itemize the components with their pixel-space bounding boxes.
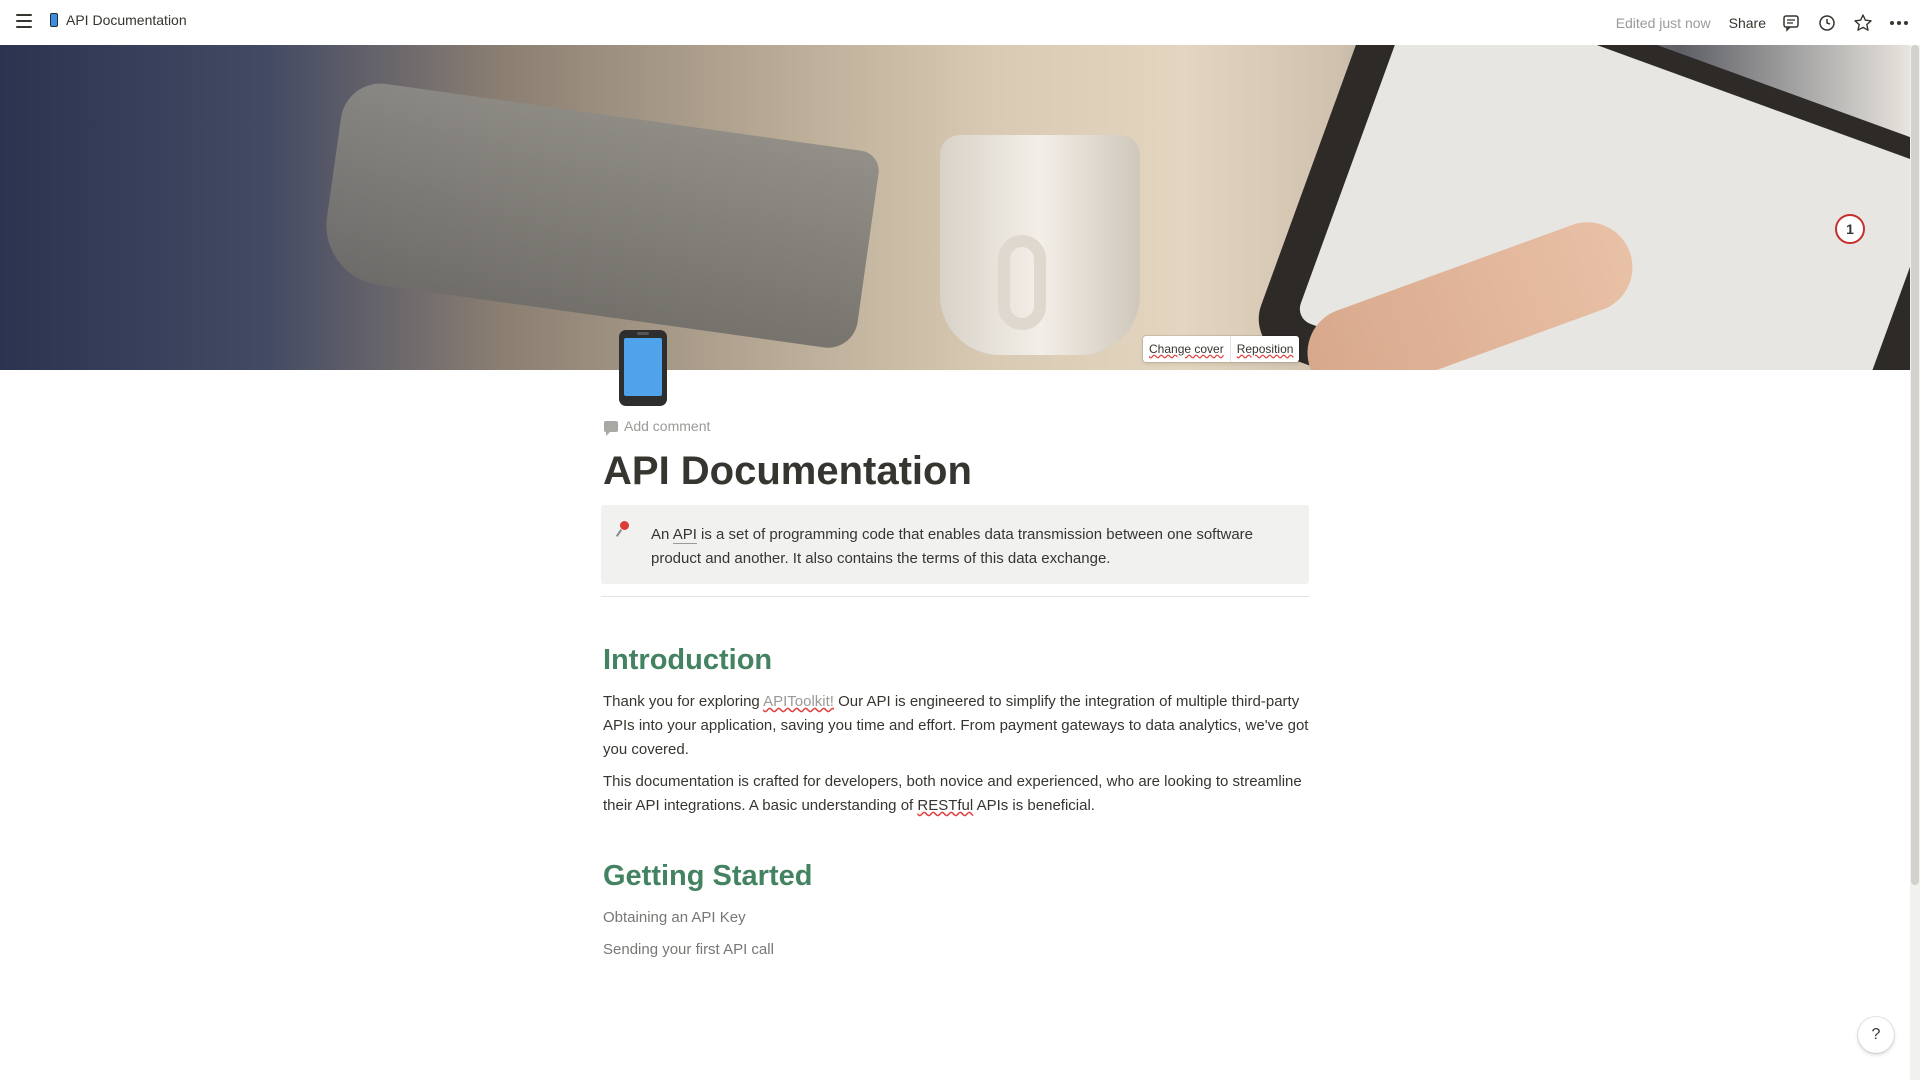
top-bar-actions: Edited just now Share (1616, 0, 1910, 45)
paragraph-text: Thank you for exploring (603, 693, 764, 710)
toc-item-first-api-call[interactable]: Sending your first API call (603, 939, 774, 961)
edited-status: Edited just now (1615, 14, 1711, 31)
api-link[interactable]: API (672, 526, 697, 544)
apitoolkit-link[interactable]: APIToolkit! (763, 693, 834, 710)
add-comment-button[interactable]: Add comment (604, 418, 711, 436)
callout-text[interactable]: An API is a set of programming code that… (651, 523, 1289, 584)
change-cover-button[interactable]: Change cover (1143, 336, 1231, 362)
cover-image (0, 45, 1910, 370)
intro-paragraph-1[interactable]: Thank you for exploring APIToolkit! Our … (603, 690, 1309, 762)
share-button[interactable]: Share (1729, 15, 1766, 31)
callout-block[interactable]: An API is a set of programming code that… (601, 505, 1309, 584)
star-icon[interactable] (1852, 12, 1874, 34)
more-icon[interactable] (1888, 12, 1910, 34)
comment-icon (604, 420, 618, 436)
breadcrumb-title: API Documentation (66, 12, 187, 28)
introduction-heading[interactable]: Introduction (603, 641, 772, 679)
reposition-button[interactable]: Reposition (1231, 336, 1300, 362)
clock-icon[interactable] (1816, 12, 1838, 34)
callout-text-part: is a set of programming code that enable… (651, 526, 1254, 567)
cover-laptop-sleeve (318, 78, 882, 352)
mobile-phone-icon (50, 13, 58, 27)
scrollbar-thumb[interactable] (1911, 45, 1919, 885)
getting-started-heading[interactable]: Getting Started (603, 857, 812, 895)
help-button[interactable]: ? (1858, 1017, 1894, 1053)
page-icon[interactable] (619, 330, 667, 406)
page-title[interactable]: API Documentation (603, 445, 972, 497)
breadcrumb[interactable]: API Documentation (50, 12, 187, 28)
toc-item-obtaining-api-key[interactable]: Obtaining an API Key (603, 907, 746, 929)
callout-text-part: An (651, 526, 673, 543)
pushpin-icon[interactable] (617, 521, 641, 584)
divider (601, 596, 1309, 597)
intro-paragraph-2[interactable]: This documentation is crafted for develo… (603, 770, 1309, 818)
top-bar: API Documentation Edited just now Share (0, 0, 1920, 45)
cover-mug-handle (998, 235, 1046, 330)
comments-icon[interactable] (1780, 12, 1802, 34)
restful-word: RESTful (917, 797, 974, 814)
cover-controls: Change cover Reposition (1143, 336, 1300, 362)
comment-count-badge[interactable]: 1 (1835, 214, 1865, 244)
paragraph-text: APIs is beneficial. (973, 797, 1095, 814)
add-comment-label: Add comment (624, 418, 711, 434)
menu-icon[interactable] (14, 11, 34, 31)
